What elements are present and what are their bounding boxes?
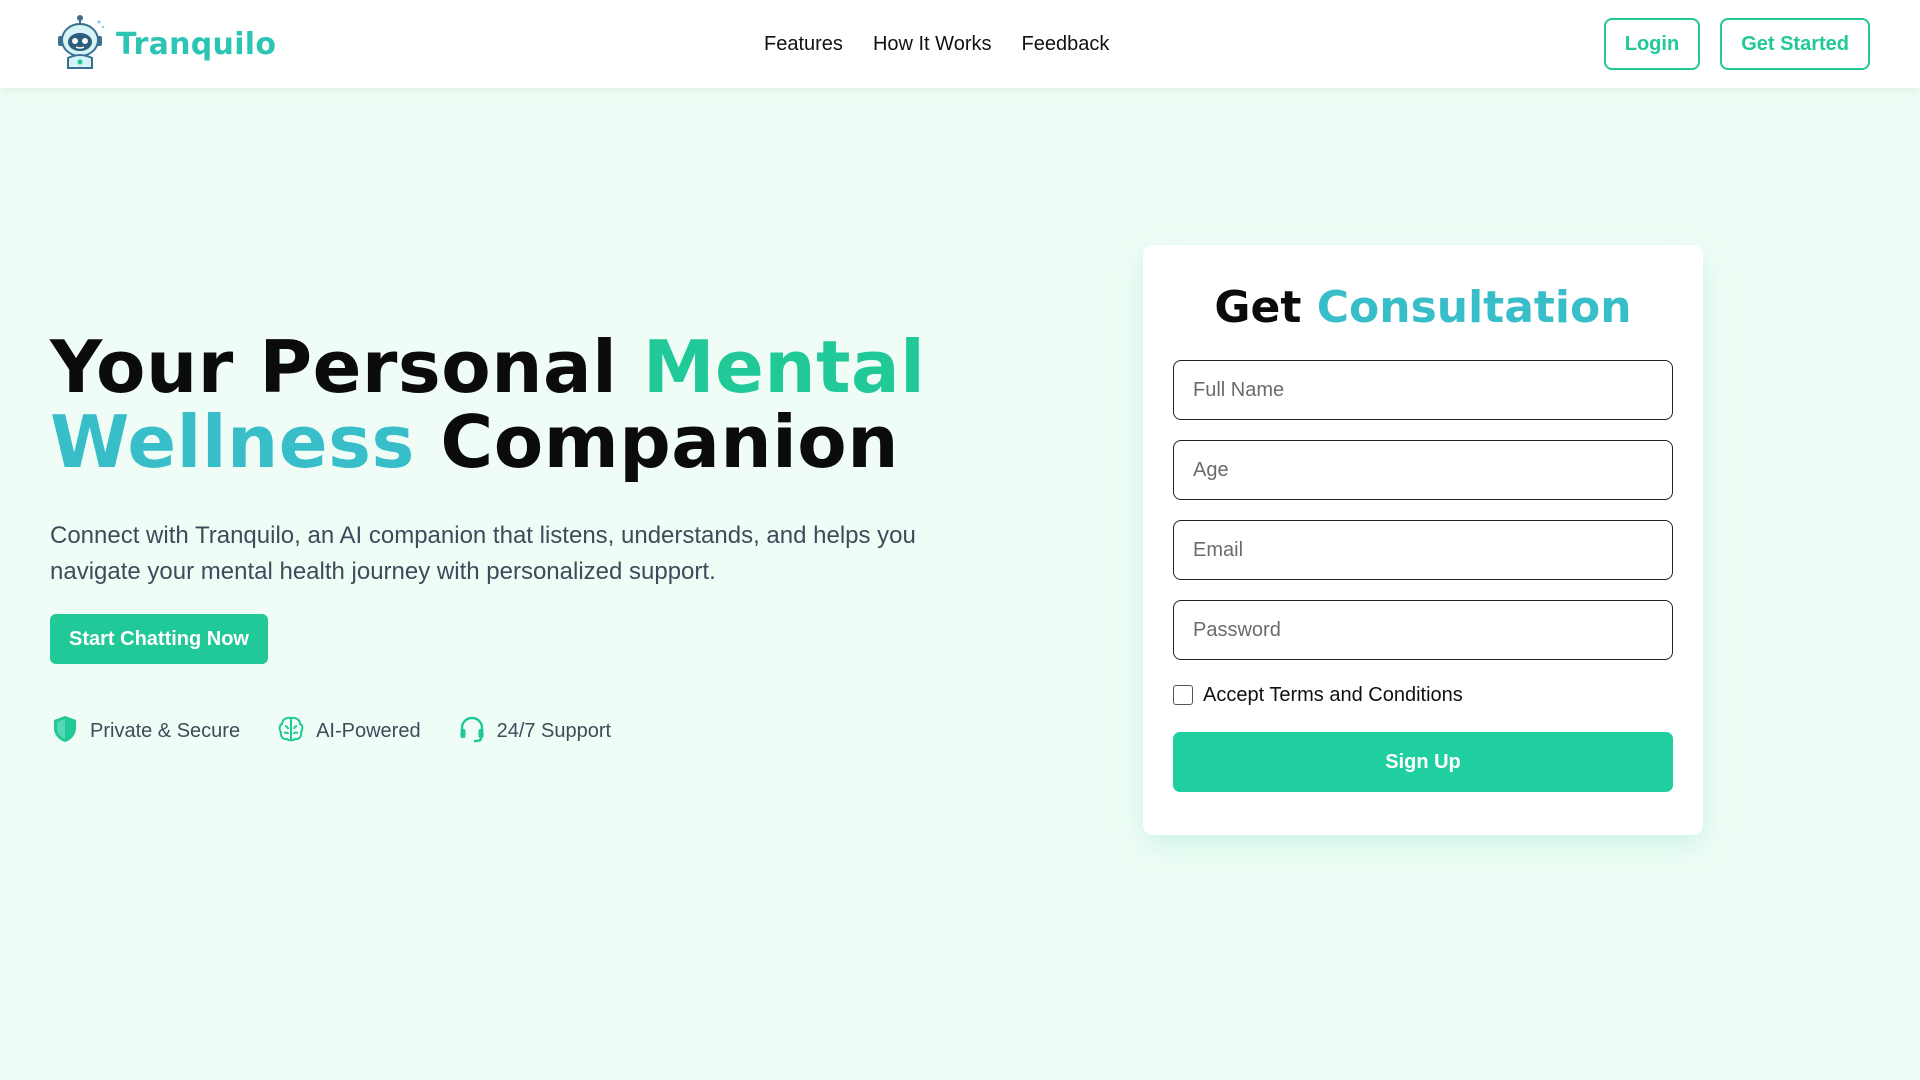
nav-link-features[interactable]: Features [764,33,843,56]
terms-row: Accept Terms and Conditions [1173,678,1673,712]
feature-label: AI-Powered [316,720,421,742]
get-started-button[interactable]: Get Started [1720,18,1870,70]
password-input[interactable] [1173,600,1673,660]
hero-title-highlight-mental: Mental [642,325,926,409]
terms-label[interactable]: Accept Terms and Conditions [1203,684,1463,707]
feature-item: AI-Powered [276,714,421,749]
robot-mascot-icon [54,14,106,75]
form-title: Get Consultation [1173,285,1673,331]
shield-icon [50,714,80,749]
email-input[interactable] [1173,520,1673,580]
feature-label: 24/7 Support [496,720,612,742]
nav-link-feedback[interactable]: Feedback [1021,33,1109,56]
hero-description: Connect with Tranquilo, an AI companion … [50,522,916,585]
hero-title-part2: Companion [414,400,900,484]
feature-label: Private & Secure [90,720,241,742]
nav-link-how-it-works[interactable]: How It Works [873,33,992,56]
hero-section: Your Personal Mental Wellness Companion C… [50,330,950,749]
nav-actions: Login Get Started [1603,18,1870,70]
sign-up-button[interactable]: Sign Up [1173,732,1673,792]
main-nav: Features How It Works Feedback [764,0,1109,88]
age-input[interactable] [1173,440,1673,500]
feature-item: Private & Secure [50,714,240,749]
form-title-plain: Get [1214,282,1317,333]
consultation-form-card: Get Consultation Accept Terms and Condit… [1143,245,1703,835]
feature-list: Private & Secure AI-Powered 24/7 Support [50,714,950,749]
hero-title-part1: Your Personal [50,325,643,409]
login-button[interactable]: Login [1603,18,1701,70]
full-name-input[interactable] [1173,360,1673,420]
headset-icon [457,714,487,749]
hero-title-highlight-wellness: Wellness [50,400,415,484]
feature-item: 24/7 Support [457,714,612,749]
terms-checkbox[interactable] [1173,685,1193,705]
hero-title: Your Personal Mental Wellness Companion [50,330,950,480]
form-title-accent: Consultation [1316,282,1632,333]
brand-link[interactable]: Tranquilo [54,14,277,75]
start-chatting-button[interactable]: Start Chatting Now [50,614,268,664]
brand-name: Tranquilo [116,26,277,62]
brain-icon [276,714,306,749]
navbar: Tranquilo Features How It Works Feedback… [0,0,1920,88]
